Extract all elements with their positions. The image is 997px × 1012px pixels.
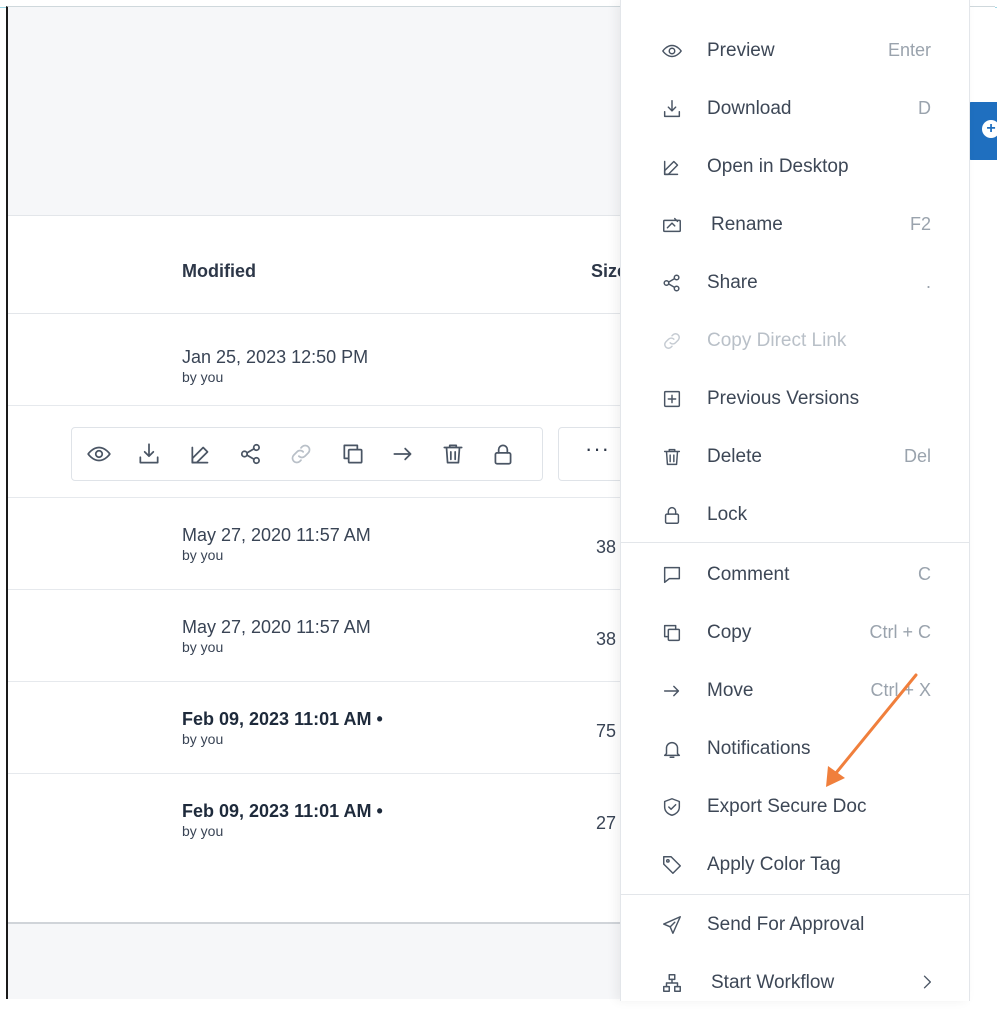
more-actions-label: ··· xyxy=(585,436,610,461)
row-action-bar xyxy=(71,427,543,481)
menu-item-export-secure-doc[interactable]: Export Secure Doc xyxy=(621,780,969,836)
link-icon xyxy=(664,333,680,349)
copy-icon[interactable] xyxy=(340,441,366,467)
modified-date: May 27, 2020 11:57 AM xyxy=(182,525,371,545)
menu-item-label: Share xyxy=(707,272,758,293)
menu-item-copy-direct-link: Copy Direct Link xyxy=(621,314,969,370)
menu-item-label: Comment xyxy=(707,564,790,585)
modified-by: by you xyxy=(182,639,224,655)
menu-item-shortcut: . xyxy=(925,272,931,292)
menu-item-rename[interactable]: Rename F2 xyxy=(621,198,969,254)
menu-item-label: Open in Desktop xyxy=(707,156,849,177)
modified-by: by you xyxy=(182,823,224,839)
move-arrow-icon[interactable] xyxy=(390,441,416,467)
tag-icon xyxy=(663,856,681,874)
eye-icon xyxy=(662,44,682,58)
menu-item-start-workflow[interactable]: Start Workflow xyxy=(621,956,969,1012)
menu-item-send-for-approval[interactable]: Send For Approval xyxy=(621,898,969,954)
eye-icon[interactable] xyxy=(86,441,112,467)
table-row[interactable]: Feb 09, 2023 11:01 AM • by you 27 | xyxy=(8,773,648,865)
lock-icon xyxy=(664,506,680,524)
menu-item-label: Preview xyxy=(707,40,775,61)
column-header-modified[interactable]: Modified xyxy=(182,261,256,282)
menu-item-shortcut: Ctrl + C xyxy=(869,622,931,642)
edit-icon xyxy=(663,160,679,176)
new-button[interactable]: + xyxy=(968,102,997,160)
menu-item-shortcut: Del xyxy=(903,446,931,466)
menu-item-open-in-desktop[interactable]: Open in Desktop xyxy=(621,140,969,196)
comment-icon xyxy=(663,566,681,584)
table-row[interactable]: May 27, 2020 11:57 AM by you 38 xyxy=(8,497,648,590)
menu-item-download[interactable]: Download D xyxy=(621,82,969,138)
menu-item-move[interactable]: Move Ctrl + X xyxy=(621,664,969,720)
menu-item-label: Export Secure Doc xyxy=(707,796,867,817)
menu-item-label: Notifications xyxy=(707,738,811,759)
table-row[interactable]: Jan 25, 2023 12:50 PM by you xyxy=(8,313,648,406)
menu-separator xyxy=(621,542,969,543)
bell-icon xyxy=(663,741,681,758)
link-icon[interactable] xyxy=(288,441,314,467)
shield-icon xyxy=(663,798,681,816)
file-size: 38 xyxy=(596,629,617,649)
lock-icon[interactable] xyxy=(490,441,516,467)
workflow-icon xyxy=(663,974,681,992)
table-row[interactable]: May 27, 2020 11:57 AM by you 38 xyxy=(8,589,648,682)
menu-item-label: Previous Versions xyxy=(707,388,860,409)
menu-item-label: Copy xyxy=(707,622,752,643)
modified-date: Feb 09, 2023 11:01 AM • xyxy=(182,801,383,821)
download-icon[interactable] xyxy=(136,441,162,467)
modified-date: May 27, 2020 11:57 AM xyxy=(182,617,371,637)
menu-item-preview[interactable]: Preview Enter xyxy=(621,24,969,80)
menu-item-share[interactable]: Share . xyxy=(621,256,969,312)
edit-icon[interactable] xyxy=(188,441,214,467)
trash-icon[interactable] xyxy=(440,441,466,467)
modified-by: by you xyxy=(182,369,224,385)
menu-item-label: Rename xyxy=(711,214,783,235)
versions-icon xyxy=(663,390,681,408)
menu-item-label: Copy Direct Link xyxy=(707,330,847,351)
menu-item-shortcut: Ctrl + X xyxy=(870,680,931,700)
menu-item-shortcut: F2 xyxy=(909,214,931,234)
menu-item-label: Download xyxy=(707,98,792,119)
menu-item-shortcut: Enter xyxy=(887,40,931,60)
move-arrow-icon xyxy=(663,685,680,697)
header-area xyxy=(8,7,628,216)
menu-item-label: Start Workflow xyxy=(711,972,835,993)
modified-by: by you xyxy=(182,547,224,563)
file-size: 38 xyxy=(596,537,617,557)
send-icon xyxy=(663,916,681,934)
download-icon xyxy=(663,100,681,118)
trash-icon xyxy=(663,448,681,466)
menu-item-previous-versions[interactable]: Previous Versions xyxy=(621,372,969,428)
chevron-right-icon xyxy=(923,975,931,989)
menu-item-label: Move xyxy=(707,680,754,701)
menu-item-shortcut: C xyxy=(918,564,931,584)
modified-date: Feb 09, 2023 11:01 AM • xyxy=(182,709,383,729)
menu-item-label: Lock xyxy=(707,504,748,525)
menu-item-apply-color-tag[interactable]: Apply Color Tag xyxy=(621,838,969,894)
share-icon[interactable] xyxy=(238,441,264,467)
menu-item-shortcut: D xyxy=(918,98,931,118)
copy-icon xyxy=(663,624,681,642)
context-menu: Preview Enter Download D Open in Desktop… xyxy=(620,0,970,1001)
modified-by: by you xyxy=(182,731,224,747)
share-icon xyxy=(663,274,680,292)
menu-item-label: Apply Color Tag xyxy=(707,854,841,875)
menu-item-comment[interactable]: Comment C xyxy=(621,548,969,604)
menu-item-label: Send For Approval xyxy=(707,914,865,935)
menu-item-label: Delete xyxy=(707,446,762,467)
menu-item-lock[interactable]: Lock xyxy=(621,488,969,544)
table-header: Modified Size xyxy=(8,217,648,314)
menu-item-delete[interactable]: Delete Del xyxy=(621,430,969,486)
table-row[interactable]: Feb 09, 2023 11:01 AM • by you 75 | xyxy=(8,681,648,774)
footer-area xyxy=(8,922,648,999)
rename-icon xyxy=(663,217,681,233)
plus-icon: + xyxy=(982,120,997,138)
menu-item-copy[interactable]: Copy Ctrl + C xyxy=(621,606,969,662)
modified-date: Jan 25, 2023 12:50 PM xyxy=(182,347,369,367)
menu-item-notifications[interactable]: Notifications xyxy=(621,722,969,778)
menu-separator xyxy=(621,894,969,895)
